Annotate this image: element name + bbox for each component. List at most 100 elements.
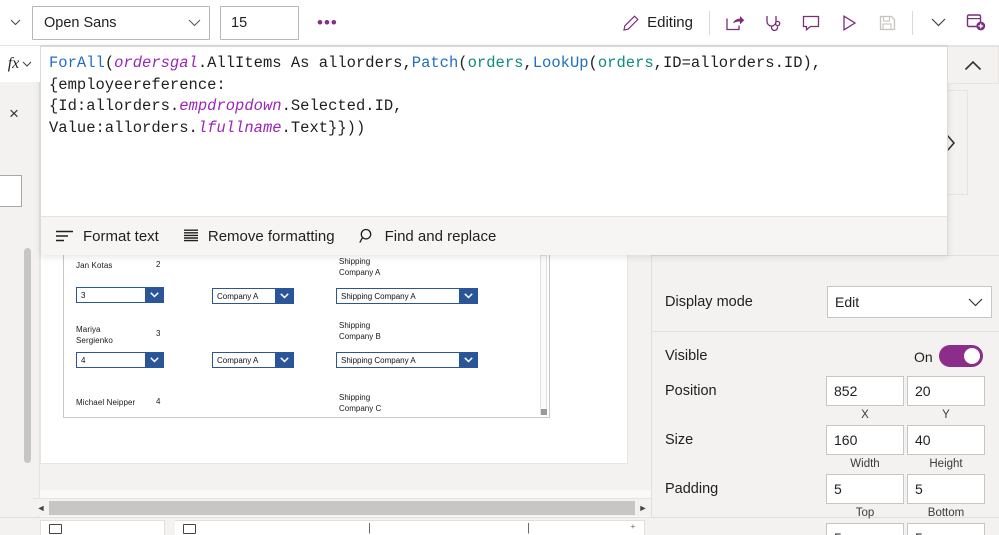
gallery-employee-name: Mariya Sergienko: [76, 325, 113, 345]
canvas-horizontal-scrollbar[interactable]: ◄ ►: [33, 498, 651, 516]
toggle-knob: [964, 348, 980, 364]
dropdown-value: Shipping Company A: [341, 291, 416, 301]
bottom-tab-item-2[interactable]: [175, 520, 645, 535]
scroll-thumb[interactable]: [49, 500, 635, 515]
share-icon: [725, 14, 745, 32]
size-width-sublabel: Width: [850, 458, 880, 470]
display-mode-value: Edit: [835, 294, 860, 310]
padding-label: Padding: [665, 481, 719, 497]
display-mode-select[interactable]: Edit: [827, 286, 992, 318]
font-family-select[interactable]: Open Sans: [32, 5, 210, 40]
size-height-sublabel: Height: [929, 458, 963, 470]
size-width-input[interactable]: 160: [826, 425, 904, 455]
padding-left-input[interactable]: 5: [826, 523, 904, 535]
formula-token: Patch: [411, 54, 459, 72]
gallery-employee-name: Michael Neipper: [76, 398, 136, 407]
position-label: Position: [665, 383, 717, 399]
formula-token: {Id:allorders.: [49, 97, 180, 115]
collapse-formula-bar-button[interactable]: [948, 46, 999, 84]
orders-gallery[interactable]: Jan Kotas 2 Shipping Company A 3 Company…: [63, 251, 550, 418]
power-apps-studio: Open Sans 15 ••• Editing Jan Kotas 2 Shi…: [0, 0, 999, 535]
position-x-input[interactable]: 852: [826, 376, 904, 406]
share-button[interactable]: [716, 3, 754, 43]
padding-bottom-input[interactable]: 5: [907, 474, 985, 504]
screen-thumbnail-icon: [183, 523, 196, 534]
save-icon: [878, 14, 897, 32]
chevron-down-icon: [275, 353, 293, 367]
pencil-icon: [622, 14, 640, 32]
text-formatting-group: Open Sans 15 •••: [0, 5, 338, 40]
remove-formatting-button[interactable]: Remove formatting: [183, 228, 335, 245]
bottom-tab-item[interactable]: [40, 520, 165, 535]
dropdown-value: 3: [81, 290, 86, 300]
fx-toggle-button[interactable]: fx: [0, 46, 40, 82]
gallery-shipping-label: Shipping Company C: [339, 393, 382, 413]
close-icon[interactable]: ×: [0, 100, 28, 128]
panel-divider-2: [652, 331, 999, 332]
gallery-scrollbar-thumb[interactable]: [541, 256, 546, 414]
bottom-marker: |: [368, 522, 371, 534]
chevron-down-icon: [22, 61, 32, 67]
gallery-row-number: 3: [156, 329, 161, 338]
preview-button[interactable]: [830, 3, 868, 43]
new-screen-button[interactable]: [957, 3, 995, 43]
app-checker-button[interactable]: [754, 3, 792, 43]
formula-token: .AllItems As allorders,: [197, 54, 412, 72]
gallery-shipper-dropdown[interactable]: Shipping Company A: [336, 288, 478, 304]
formula-editor-panel[interactable]: ForAll(ordersgal.AllItems As allorders,P…: [40, 46, 948, 255]
save-options-chevron[interactable]: [919, 3, 957, 43]
formula-token: (: [458, 54, 468, 72]
gallery-company-dropdown[interactable]: Company A: [212, 352, 294, 368]
panel-divider: [652, 255, 999, 256]
gallery-shipping-label: Shipping Company A: [339, 257, 381, 277]
dropdown-value: 4: [81, 355, 86, 365]
comments-button[interactable]: [792, 3, 830, 43]
gallery-scrollbar[interactable]: [540, 255, 547, 415]
gallery-company-dropdown[interactable]: Company A: [212, 288, 294, 304]
padding-top-input[interactable]: 5: [826, 474, 904, 504]
scroll-track[interactable]: [49, 500, 635, 515]
find-and-replace-label: Find and replace: [384, 227, 497, 245]
font-family-value: Open Sans: [44, 14, 117, 31]
scroll-right-arrow[interactable]: ►: [635, 499, 651, 517]
hidden-property-input[interactable]: [0, 175, 22, 207]
padding-right-input[interactable]: 5: [907, 523, 985, 535]
format-text-button[interactable]: Format text: [55, 228, 159, 245]
formula-token: ,: [523, 54, 533, 72]
gallery-shipper-dropdown[interactable]: Shipping Company A: [336, 352, 478, 368]
formula-token: ,ID=allorders.ID),: [653, 54, 822, 72]
formula-token: LookUp: [532, 54, 589, 72]
bottom-marker-2: |: [527, 522, 530, 534]
formula-token: .Selected.ID,: [281, 97, 403, 115]
app-actions-group: Editing: [614, 0, 999, 46]
more-options-button[interactable]: •••: [317, 10, 338, 36]
size-height-input[interactable]: 40: [907, 425, 985, 455]
visible-toggle[interactable]: [939, 345, 983, 367]
remove-formatting-label: Remove formatting: [207, 227, 335, 245]
gallery-row-number: 2: [156, 260, 161, 269]
find-and-replace-button[interactable]: Find and replace: [358, 227, 497, 245]
formula-text[interactable]: ForAll(ordersgal.AllItems As allorders,P…: [49, 53, 943, 139]
font-size-input[interactable]: 15: [220, 5, 299, 40]
gallery-employee-dropdown[interactable]: 3: [76, 287, 164, 303]
tree-view-scrollbar[interactable]: [24, 248, 31, 463]
formula-token: orders: [597, 54, 654, 72]
display-mode-label: Display mode: [665, 294, 753, 310]
gallery-resize-handle[interactable]: [541, 409, 547, 415]
app-screen: Jan Kotas 2 Shipping Company A 3 Company…: [40, 250, 628, 464]
chevron-down-icon[interactable]: [4, 10, 26, 36]
dropdown-value: Shipping Company A: [341, 355, 416, 365]
visible-label: Visible: [665, 348, 708, 364]
formula-token: (: [588, 54, 598, 72]
chevron-down-icon: [145, 288, 163, 302]
new-screen-icon: [966, 13, 987, 32]
play-preview-icon: [839, 14, 859, 32]
chevron-down-icon: [188, 19, 201, 27]
save-button[interactable]: [868, 3, 906, 43]
gallery-employee-dropdown[interactable]: 4: [76, 352, 164, 368]
position-y-input[interactable]: 20: [907, 376, 985, 406]
app-checker-icon: [763, 14, 783, 32]
size-label: Size: [665, 432, 694, 448]
scroll-left-arrow[interactable]: ◄: [33, 499, 49, 517]
editing-mode-button[interactable]: Editing: [614, 3, 703, 43]
